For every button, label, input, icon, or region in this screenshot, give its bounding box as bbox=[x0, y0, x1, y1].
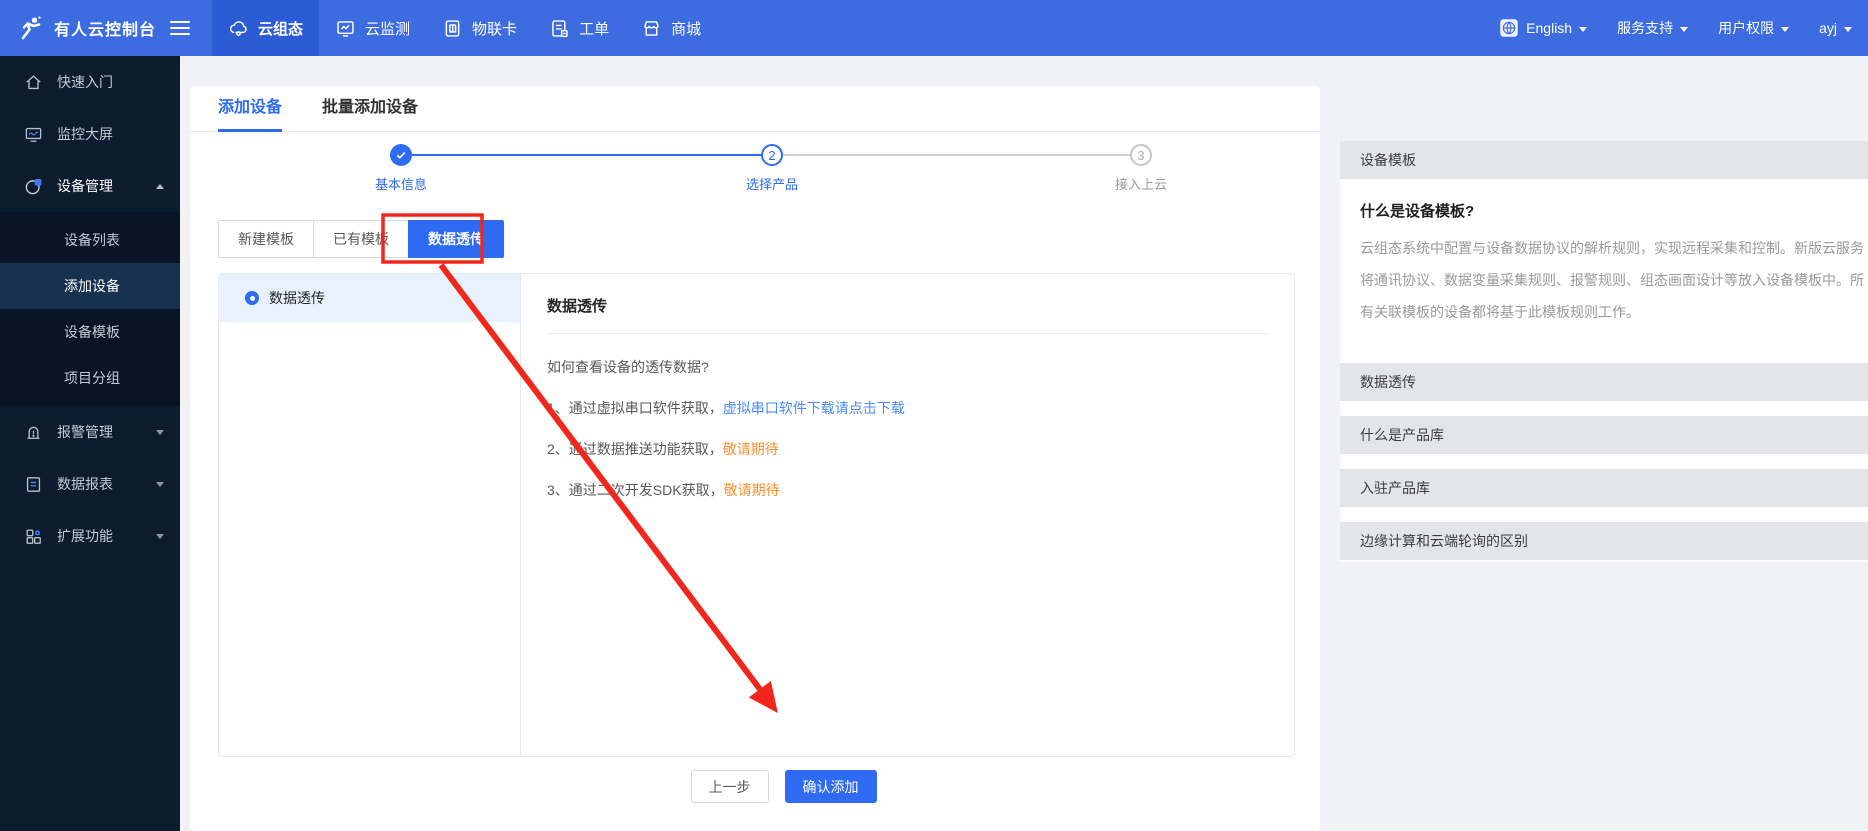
nav-item-iot-card[interactable]: 物联卡 bbox=[426, 0, 533, 56]
step-3-circle-pending: 3 bbox=[1130, 144, 1152, 166]
monitor-chart-icon bbox=[335, 18, 356, 39]
subtab-data-passthrough[interactable]: 数据透传 bbox=[408, 220, 504, 258]
help-section-device-template[interactable]: 设备模板 bbox=[1340, 141, 1868, 179]
help-section-edge-vs-cloud-polling[interactable]: 边缘计算和云端轮询的区别 bbox=[1340, 522, 1868, 560]
coming-soon-label: 敬请期待 bbox=[723, 441, 779, 457]
check-icon bbox=[395, 149, 407, 161]
panel-question: 如何查看设备的透传数据? bbox=[547, 357, 1268, 377]
nav-item-cloud-scada[interactable]: 云组态 bbox=[212, 0, 319, 56]
usr-person-logo-icon bbox=[18, 15, 44, 41]
sidebar-item-add-device[interactable]: 添加设备 bbox=[0, 263, 180, 309]
panel-item-2: 2、通过数据推送功能获取，敬请期待 bbox=[547, 439, 1268, 459]
help-panel: 设备模板 什么是设备模板? 云组态系统中配置与设备数据协议的解析规则，实现远程采… bbox=[1340, 141, 1868, 562]
panel-heading: 数据透传 bbox=[547, 274, 1268, 333]
step-3-label: 接入上云 bbox=[1091, 174, 1191, 193]
topbar: 有人云控制台 云组态 云监测 bbox=[0, 0, 1868, 56]
sidebar-item-device-template[interactable]: 设备模板 bbox=[0, 309, 180, 355]
brand: 有人云控制台 bbox=[0, 15, 190, 41]
help-section-data-passthrough[interactable]: 数据透传 bbox=[1340, 363, 1868, 401]
step-connector-2 bbox=[783, 154, 1130, 156]
nav-item-work-order[interactable]: 工单 bbox=[533, 0, 625, 56]
device-management-submenu: 设备列表 添加设备 设备模板 项目分组 bbox=[0, 212, 180, 406]
help-question: 什么是设备模板? bbox=[1340, 179, 1868, 221]
nav-item-cloud-monitor[interactable]: 云监测 bbox=[319, 0, 426, 56]
sidebar-item-extensions[interactable]: 扩展功能 bbox=[0, 510, 180, 562]
extensions-grid-icon bbox=[24, 527, 43, 546]
page-tabs: 添加设备 批量添加设备 bbox=[190, 86, 1320, 132]
cloud-icon bbox=[228, 18, 249, 39]
chevron-down-icon bbox=[1781, 27, 1789, 32]
step-1-circle-done bbox=[390, 144, 412, 166]
sidebar-item-device-list[interactable]: 设备列表 bbox=[0, 217, 180, 263]
stepper: 2 3 基本信息 选择产品 接入上云 bbox=[190, 140, 1320, 196]
chevron-down-icon bbox=[156, 534, 164, 539]
chevron-up-icon bbox=[156, 184, 164, 189]
support-menu[interactable]: 服务支持 bbox=[1617, 18, 1688, 38]
radio-selected-icon[interactable] bbox=[245, 291, 259, 305]
brand-title: 有人云控制台 bbox=[54, 16, 156, 40]
big-screen-icon bbox=[24, 125, 43, 144]
step-2-circle-active: 2 bbox=[761, 144, 783, 166]
chevron-down-icon bbox=[1844, 27, 1852, 32]
storefront-icon bbox=[641, 18, 662, 39]
chevron-down-icon bbox=[156, 430, 164, 435]
sidebar-item-project-group[interactable]: 项目分组 bbox=[0, 355, 180, 401]
tab-add-device[interactable]: 添加设备 bbox=[218, 86, 282, 132]
panel-item-1: 1、通过虚拟串口软件获取，虚拟串口软件下载请点击下载 bbox=[547, 398, 1268, 418]
report-icon bbox=[24, 475, 43, 494]
sidebar-item-quick-start[interactable]: 快速入门 bbox=[0, 56, 180, 108]
help-answer: 云组态系统中配置与设备数据协议的解析规则，实现远程采集和控制。新版云服务将通讯协… bbox=[1340, 221, 1868, 348]
help-section-what-is-product-library[interactable]: 什么是产品库 bbox=[1340, 416, 1868, 454]
subtab-new-template[interactable]: 新建模板 bbox=[218, 220, 314, 258]
step-connector-1 bbox=[412, 154, 761, 156]
top-nav: 云组态 云监测 物联卡 bbox=[212, 0, 717, 56]
sidebar-item-alarm-management[interactable]: 报警管理 bbox=[0, 406, 180, 458]
main-content-card: 添加设备 批量添加设备 2 3 基本信息 选择产品 接入上云 新建模板 已有模板… bbox=[190, 86, 1320, 831]
chevron-down-icon bbox=[156, 482, 164, 487]
sim-card-icon bbox=[442, 18, 463, 39]
work-order-icon bbox=[549, 18, 570, 39]
passthrough-panel: 数据透传 数据透传 如何查看设备的透传数据? 1、通过虚拟串口软件获取，虚拟串口… bbox=[218, 273, 1295, 757]
tab-batch-add-device[interactable]: 批量添加设备 bbox=[322, 86, 418, 132]
confirm-add-button[interactable]: 确认添加 bbox=[785, 770, 877, 803]
device-management-icon bbox=[24, 177, 43, 196]
passthrough-detail: 数据透传 如何查看设备的透传数据? 1、通过虚拟串口软件获取，虚拟串口软件下载请… bbox=[521, 274, 1294, 756]
virtual-serial-download-link[interactable]: 虚拟串口软件下载请点击下载 bbox=[723, 400, 905, 416]
user-menu[interactable]: ayj bbox=[1819, 20, 1852, 36]
chevron-down-icon bbox=[1579, 27, 1587, 32]
menu-toggle-icon[interactable] bbox=[170, 17, 190, 39]
coming-soon-label: 敬请期待 bbox=[724, 482, 780, 498]
topbar-right: English 服务支持 用户权限 ayj bbox=[1499, 18, 1868, 38]
subtab-existing-template[interactable]: 已有模板 bbox=[313, 220, 409, 258]
step-2-label: 选择产品 bbox=[722, 174, 822, 193]
template-mode-tabs: 新建模板 已有模板 数据透传 bbox=[218, 220, 504, 258]
passthrough-radio-row[interactable]: 数据透传 bbox=[219, 274, 520, 322]
sidebar: 快速入门 监控大屏 设备管理 设备列表 添加设备 设备模板 项目分组 bbox=[0, 56, 180, 831]
help-section-join-product-library[interactable]: 入驻产品库 bbox=[1340, 469, 1868, 507]
sidebar-item-device-management[interactable]: 设备管理 bbox=[0, 160, 180, 212]
step-1-label: 基本信息 bbox=[351, 174, 451, 193]
alarm-icon bbox=[24, 423, 43, 442]
sidebar-item-data-report[interactable]: 数据报表 bbox=[0, 458, 180, 510]
passthrough-option-list: 数据透传 bbox=[219, 274, 521, 756]
language-selector[interactable]: English bbox=[1499, 18, 1587, 38]
globe-icon bbox=[1499, 18, 1519, 38]
nav-item-mall[interactable]: 商城 bbox=[625, 0, 717, 56]
home-icon bbox=[24, 73, 43, 92]
previous-step-button[interactable]: 上一步 bbox=[691, 770, 769, 803]
wizard-footer: 上一步 确认添加 bbox=[218, 770, 1295, 803]
divider bbox=[547, 333, 1268, 334]
permissions-menu[interactable]: 用户权限 bbox=[1718, 18, 1789, 38]
panel-item-3: 3、通过二次开发SDK获取，敬请期待 bbox=[547, 480, 1268, 500]
sidebar-item-dashboard[interactable]: 监控大屏 bbox=[0, 108, 180, 160]
chevron-down-icon bbox=[1680, 27, 1688, 32]
